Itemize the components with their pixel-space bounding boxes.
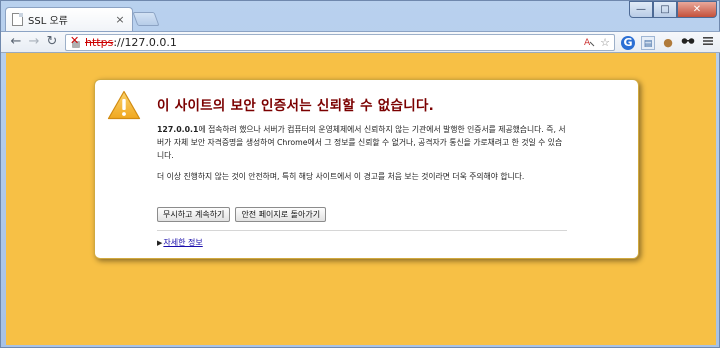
tab-title: SSL 오류: [28, 16, 68, 27]
warning-explanation: 127.0.0.1에 접속하려 했으나 서버가 컴퓨터의 운영체제에서 신뢰하지…: [157, 123, 567, 162]
back-button[interactable]: ←: [7, 33, 25, 51]
warning-advice: 더 이상 진행하지 않는 것이 안전하며, 특히 해당 사이트에서 이 경고를 …: [157, 172, 525, 181]
warning-explanation-text: 에 접속하려 했으나 서버가 컴퓨터의 운영체제에서 신뢰하지 않는 기관에서 …: [157, 125, 566, 160]
tab-ssl-error[interactable]: SSL 오류 ×: [5, 7, 133, 31]
url-host: 127.0.0.1: [124, 36, 177, 49]
browser-window: SSL 오류 × — □ ✕ ← → ↻ https :// 127.0.0.1…: [0, 0, 720, 348]
url-separator: ://: [113, 36, 125, 49]
maximize-button[interactable]: □: [653, 1, 677, 18]
star-icon[interactable]: ☆: [600, 36, 610, 49]
tab-close-icon[interactable]: ×: [114, 13, 126, 26]
incognito-glasses-icon[interactable]: [681, 36, 695, 50]
tab-strip: SSL 오류 × — □ ✕: [1, 1, 720, 31]
cookie-icon[interactable]: ●: [661, 36, 675, 50]
warning-title: 이 사이트의 보안 인증서는 신뢰할 수 없습니다.: [157, 98, 435, 114]
window-controls: — □ ✕: [629, 1, 717, 18]
interstitial-background: 이 사이트의 보안 인증서는 신뢰할 수 없습니다. 127.0.0.1에 접속…: [6, 53, 716, 345]
forward-button[interactable]: →: [25, 33, 43, 51]
expand-triangle-icon[interactable]: ▶: [157, 239, 162, 247]
page-icon: [12, 13, 23, 26]
divider: [157, 230, 567, 231]
extension-blue-icon[interactable]: G: [621, 36, 635, 50]
close-window-button[interactable]: ✕: [677, 1, 717, 18]
extension-icons: G ▤ ●: [621, 34, 715, 52]
broken-lock-icon[interactable]: [70, 34, 82, 48]
browser-toolbar: ← → ↻ https :// 127.0.0.1 A ☆ G ▤ ●: [1, 31, 720, 53]
minimize-button[interactable]: —: [629, 1, 653, 18]
ssl-warning-card: 이 사이트의 보안 인증서는 신뢰할 수 없습니다. 127.0.0.1에 접속…: [94, 79, 639, 259]
warning-buttons: 무시하고 계속하기 안전 페이지로 돌아가기: [157, 207, 327, 222]
url-scheme: https: [85, 36, 114, 49]
more-info-link[interactable]: 자세한 정보: [163, 237, 202, 248]
proceed-anyway-button[interactable]: 무시하고 계속하기: [157, 207, 231, 222]
address-bar[interactable]: https :// 127.0.0.1 A ☆: [65, 34, 615, 51]
menu-icon[interactable]: [701, 36, 715, 50]
warning-host: 127.0.0.1: [157, 125, 199, 134]
omnibox-actions: A ☆: [584, 35, 610, 50]
back-to-safety-button[interactable]: 안전 페이지로 돌아가기: [235, 207, 327, 222]
extension-note-icon[interactable]: ▤: [641, 36, 655, 50]
translate-icon[interactable]: A: [584, 36, 595, 50]
new-tab-button[interactable]: [132, 12, 160, 26]
reload-button[interactable]: ↻: [43, 33, 61, 51]
warning-icon: [107, 90, 141, 120]
more-info[interactable]: ▶ 자세한 정보: [157, 237, 203, 248]
